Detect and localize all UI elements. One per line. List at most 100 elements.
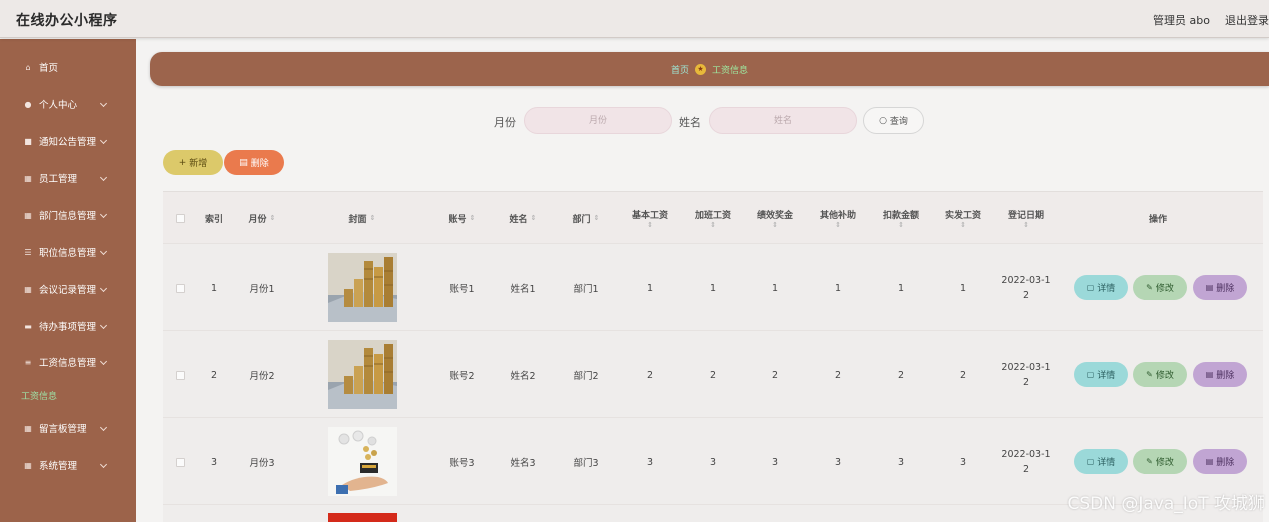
sidebar-item-home[interactable]: ⌂ 首页	[0, 56, 136, 78]
cell-register-date: 2022-03-1 2	[996, 419, 1056, 505]
sidebar-item-position[interactable]: ☰ 职位信息管理	[0, 241, 136, 263]
edit-button[interactable]: ✎ 修改	[1133, 362, 1187, 387]
sidebar-item-employee[interactable]: ▦ 员工管理	[0, 167, 136, 189]
user-icon: ●	[24, 99, 32, 109]
edit-button[interactable]: ✎ 修改	[1133, 449, 1187, 474]
cell-performance-bonus: 2	[771, 369, 779, 381]
cell-name: 姓名1	[510, 284, 536, 295]
column-header-other-allowance[interactable]: 其他补助 ⇕	[813, 192, 863, 244]
grid-icon: ▦	[24, 173, 32, 183]
sidebar-item-label: 工资信息管理	[39, 358, 97, 369]
sidebar-item-meeting[interactable]: ▦ 会议记录管理	[0, 278, 136, 300]
column-header-deduction[interactable]: 扣款金额 ⇕	[876, 192, 926, 244]
row-checkbox[interactable]	[176, 458, 185, 467]
month-search-input[interactable]	[524, 107, 672, 134]
column-header-department[interactable]: 部门 ⇕	[561, 192, 611, 244]
sidebar-item-message-board[interactable]: ▦ 留言板管理	[0, 417, 136, 439]
cell-overtime-pay: 3	[709, 456, 717, 468]
column-header-index: 索引	[197, 192, 231, 244]
sort-icon: ⇕	[469, 214, 476, 222]
add-button[interactable]: + 新增	[163, 150, 223, 175]
watermark: CSDN @Java_IoT 攻城狮	[1067, 494, 1265, 514]
cell-account: 账号2	[449, 371, 475, 382]
date-text: 2	[1022, 290, 1030, 301]
search-button[interactable]: ○ 查询	[863, 107, 924, 134]
select-all-checkbox[interactable]	[176, 214, 185, 223]
column-label: 姓名	[509, 214, 528, 225]
sidebar-item-todo[interactable]: ▬ 待办事项管理	[0, 315, 136, 337]
pencil-icon: ✎	[1146, 283, 1153, 292]
cell-name: 姓名3	[510, 458, 536, 469]
grid-icon: ▦	[24, 210, 32, 220]
delete-button[interactable]: ▤ 删除	[1193, 362, 1247, 387]
delete-button[interactable]: ▤ 删除	[1193, 275, 1247, 300]
date-text: 2022-03-1	[1001, 275, 1051, 286]
cell-deduction: 2	[897, 369, 905, 381]
cell-deduction: 1	[897, 282, 905, 294]
notice-icon: ■	[24, 136, 32, 146]
detail-label: 详情	[1097, 458, 1116, 468]
detail-button[interactable]: ▢ 详情	[1074, 362, 1128, 387]
sort-icon: ⇕	[960, 220, 966, 229]
name-search-input[interactable]	[709, 107, 857, 134]
cell-other-allowance: 1	[834, 282, 842, 294]
column-header-overtime-pay[interactable]: 加班工资 ⇕	[688, 192, 738, 244]
cell-base-salary: 1	[646, 282, 654, 294]
column-header-register-date[interactable]: 登记日期 ⇕	[1001, 192, 1051, 244]
column-label: 登记日期	[1007, 210, 1044, 221]
edit-label: 修改	[1155, 284, 1174, 294]
money-hand-photo	[328, 427, 397, 496]
remove-label: 删除	[1216, 371, 1235, 381]
cell-index: 1	[210, 282, 218, 294]
cover-image	[328, 340, 397, 409]
sidebar-item-label: 员工管理	[39, 174, 78, 185]
trash-icon: ▤	[1205, 457, 1214, 466]
column-header-base-salary[interactable]: 基本工资 ⇕	[625, 192, 675, 244]
chevron-down-icon	[99, 284, 108, 293]
sidebar-item-department[interactable]: ▦ 部门信息管理	[0, 204, 136, 226]
logout-link[interactable]: 退出登录	[1225, 12, 1269, 28]
list-icon: ≡	[24, 357, 32, 367]
column-header-performance-bonus[interactable]: 绩效奖金 ⇕	[750, 192, 800, 244]
chevron-down-icon	[99, 210, 108, 219]
row-checkbox[interactable]	[176, 371, 185, 380]
sidebar-item-personal-center[interactable]: ● 个人中心	[0, 93, 136, 115]
chevron-down-icon	[99, 136, 108, 145]
detail-button[interactable]: ▢ 详情	[1074, 275, 1128, 300]
delete-button[interactable]: ▤ 删除	[1193, 449, 1247, 474]
sidebar-item-label: 部门信息管理	[39, 211, 97, 222]
edit-button[interactable]: ✎ 修改	[1133, 275, 1187, 300]
cell-month: 月份2	[249, 371, 275, 382]
breadcrumb-home-link[interactable]: 首页	[671, 63, 689, 76]
column-label: 扣款金额	[882, 210, 919, 221]
table-header: 索引 月份 ⇕ 封面 ⇕ 账号 ⇕ 姓名 ⇕ 部门 ⇕ 基本工资 ⇕ 加班工资 ⇕ 绩效奖金 ⇕…	[163, 192, 1263, 244]
sidebar-item-system[interactable]: ▦ 系统管理	[0, 454, 136, 476]
sort-icon: ⇕	[530, 214, 537, 222]
column-header-month[interactable]: 月份 ⇕	[237, 192, 287, 244]
add-button-label: 新增	[189, 159, 208, 169]
chevron-down-icon	[99, 247, 108, 256]
sidebar-item-label: 系统管理	[39, 461, 78, 472]
column-header-account[interactable]: 账号 ⇕	[437, 192, 487, 244]
column-label: 其他补助	[819, 210, 856, 221]
app-title: 在线办公小程序	[16, 13, 118, 29]
detail-button[interactable]: ▢ 详情	[1074, 449, 1128, 474]
column-header-actual-salary[interactable]: 实发工资 ⇕	[938, 192, 988, 244]
sort-icon: ⇕	[1023, 220, 1029, 229]
sidebar-item-salary[interactable]: ≡ 工资信息管理	[0, 351, 136, 373]
cell-register-date: 2022-03-1 2	[996, 332, 1056, 418]
sidebar-subitem-salary-info[interactable]: 工资信息	[21, 389, 57, 402]
column-label: 基本工资	[631, 210, 668, 221]
sidebar-item-notice[interactable]: ■ 通知公告管理	[0, 130, 136, 152]
cell-overtime-pay: 1	[709, 282, 717, 294]
cell-actual-salary: 2	[959, 369, 967, 381]
column-header-cover[interactable]: 封面 ⇕	[335, 192, 389, 244]
sort-icon: ⇕	[647, 220, 653, 229]
sidebar-item-label: 待办事项管理	[39, 322, 97, 333]
row-checkbox[interactable]	[176, 284, 185, 293]
batch-delete-button[interactable]: ▤ 删除	[224, 150, 284, 175]
column-label: 加班工资	[694, 210, 731, 221]
trash-icon: ▤	[239, 157, 248, 168]
chevron-down-icon	[99, 99, 108, 108]
column-header-name[interactable]: 姓名 ⇕	[498, 192, 548, 244]
